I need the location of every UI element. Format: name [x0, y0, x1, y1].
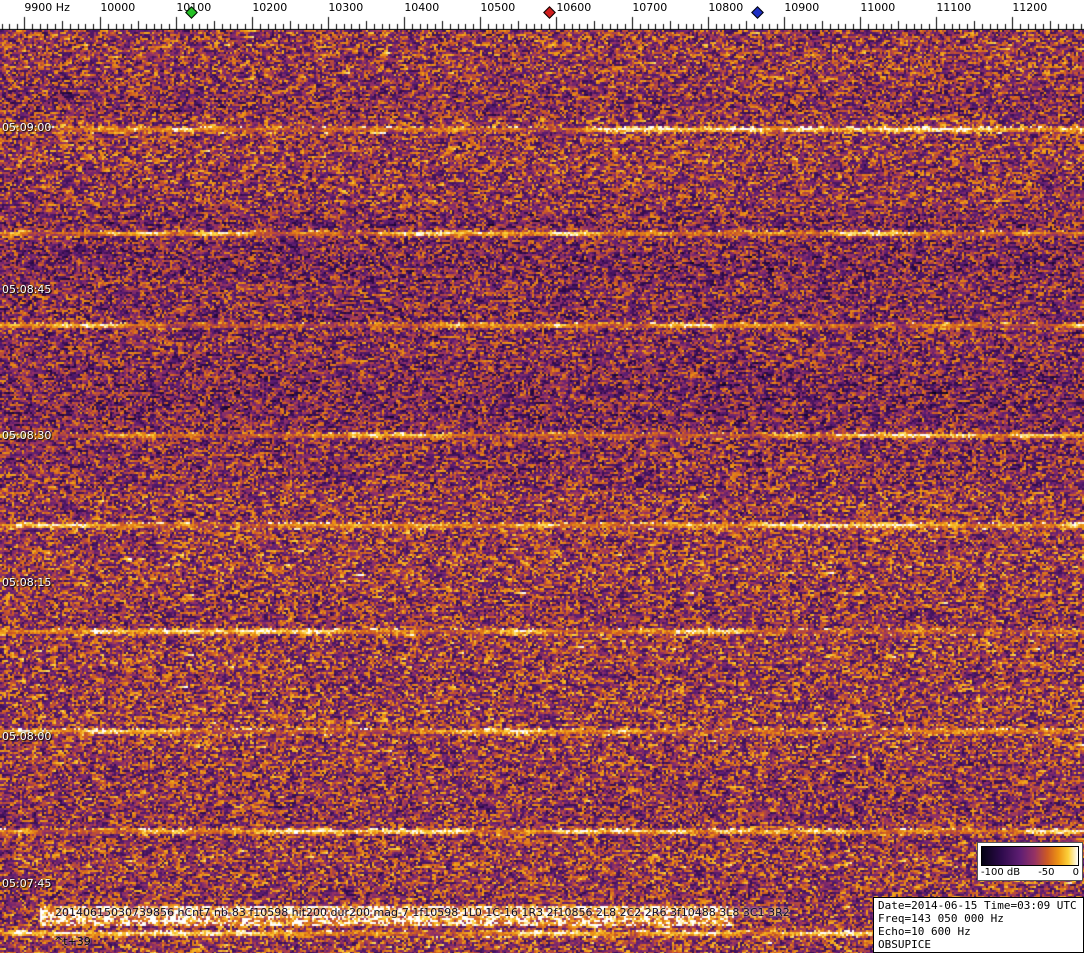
- time-label: 05:08:30: [2, 429, 52, 442]
- freq-tick-label: 10300: [328, 1, 364, 14]
- freq-tick-label: 10800: [708, 1, 744, 14]
- legend-min-label: -100 dB: [981, 867, 1021, 878]
- info-box: Date=2014-06-15 Time=03:09 UTC Freq=143 …: [873, 897, 1084, 953]
- time-label: 05:08:00: [2, 730, 52, 743]
- freq-tick-label: 9900 Hz: [24, 1, 70, 14]
- color-scale-gradient: [981, 846, 1079, 866]
- cursor-readout: ^t+39: [54, 935, 91, 948]
- legend-max-label: 0: [1072, 867, 1079, 878]
- freq-tick-label: 10900: [784, 1, 820, 14]
- color-scale-labels: -100 dB -50 0: [981, 867, 1079, 879]
- info-freq-line: Freq=143 050 000 Hz: [878, 912, 1004, 925]
- event-log-text: 20140615030739856 hCnt7 nb-83 f10598 hit…: [55, 906, 790, 919]
- time-label: 05:07:45: [2, 877, 52, 890]
- info-station-line: OBSUPICE: [878, 938, 931, 951]
- color-scale-legend: -100 dB -50 0: [977, 842, 1083, 881]
- spectrogram-canvas[interactable]: [0, 30, 1084, 953]
- freq-tick-label: 10600: [556, 1, 592, 14]
- freq-tick-label: 10500: [480, 1, 516, 14]
- freq-tick-label: 10200: [252, 1, 288, 14]
- freq-tick-label: 10000: [100, 1, 136, 14]
- legend-mid-label: -50: [1038, 867, 1055, 878]
- info-echo-line: Echo=10 600 Hz: [878, 925, 971, 938]
- freq-tick-label: 11100: [936, 1, 972, 14]
- freq-tick-label: 10700: [632, 1, 668, 14]
- time-label: 05:08:15: [2, 576, 52, 589]
- freq-tick-label: 11200: [1012, 1, 1048, 14]
- freq-tick-label: 10400: [404, 1, 440, 14]
- spectrum-waterfall-app: 9900 Hz100001010010200103001040010500106…: [0, 0, 1084, 953]
- info-date-line: Date=2014-06-15 Time=03:09 UTC: [878, 899, 1077, 912]
- freq-tick-label: 11000: [860, 1, 896, 14]
- ruler-tick-marks: [0, 0, 1084, 30]
- time-label: 05:09:00: [2, 121, 52, 134]
- frequency-ruler[interactable]: 9900 Hz100001010010200103001040010500106…: [0, 0, 1084, 30]
- waterfall-display: 05:09:00 05:08:45 05:08:30 05:08:15 05:08:00…: [0, 30, 1084, 953]
- time-label: 05:08:45: [2, 283, 52, 296]
